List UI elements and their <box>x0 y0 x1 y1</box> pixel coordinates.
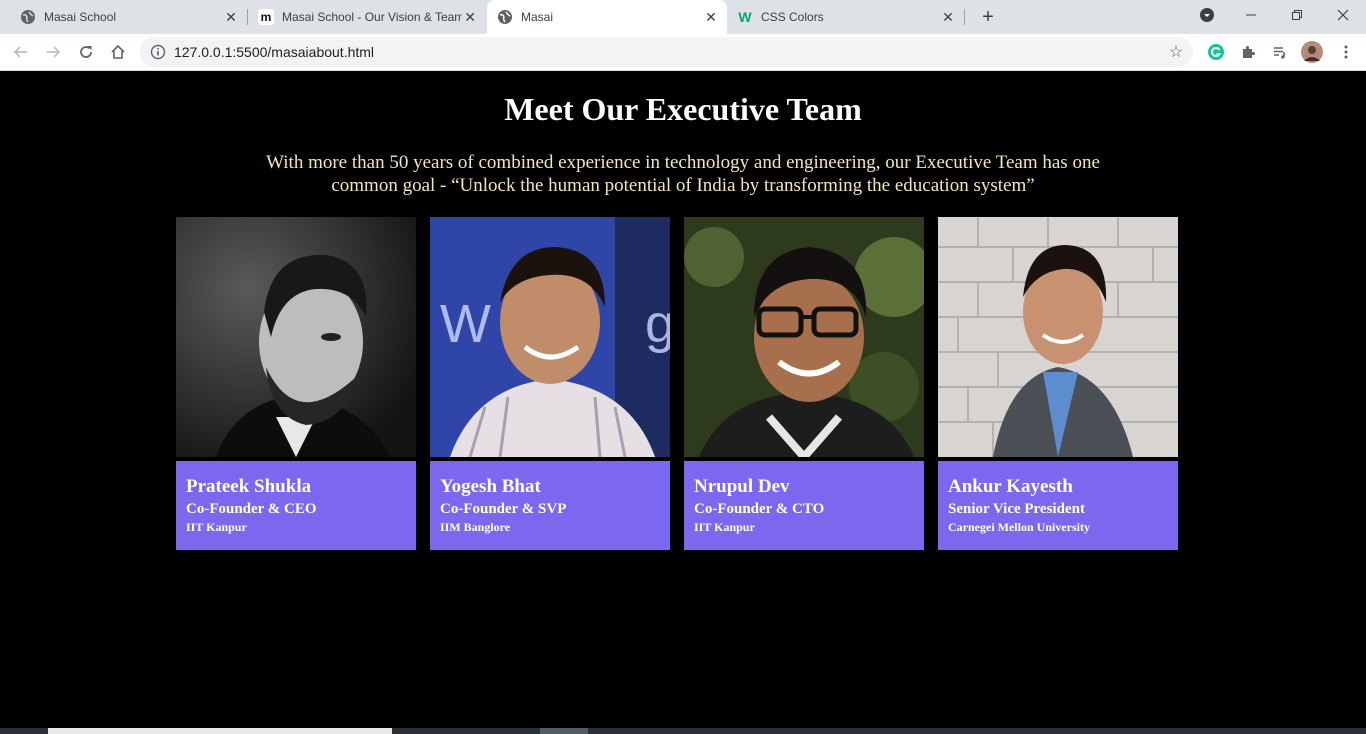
close-tab-icon[interactable]: ✕ <box>940 9 956 25</box>
member-name: Yogesh Bhat <box>440 476 541 497</box>
avatar-icon <box>1301 41 1323 63</box>
address-bar[interactable]: 127.0.0.1:5500/masaiabout.html ☆ <box>140 37 1193 67</box>
close-tab-icon[interactable]: ✕ <box>462 9 478 25</box>
close-window-button[interactable] <box>1320 0 1366 30</box>
tab-title: CSS Colors <box>761 10 824 24</box>
profile-avatar[interactable] <box>1300 40 1324 64</box>
puzzle-icon <box>1243 46 1255 58</box>
os-taskbar <box>0 728 1366 734</box>
minimize-icon <box>1246 14 1256 16</box>
member-education: IIT Kanpur <box>694 520 755 534</box>
masai-m-icon: m <box>258 9 274 25</box>
media-controls-button[interactable] <box>1268 40 1292 64</box>
team-card: Nrupul Dev Co-Founder & CTO IIT Kanpur <box>684 217 924 550</box>
member-role: Co-Founder & CTO <box>694 501 825 517</box>
bookmark-star-icon[interactable]: ☆ <box>1167 43 1185 61</box>
restore-icon <box>1292 10 1302 20</box>
page-title: Meet Our Executive Team <box>504 91 862 127</box>
arrow-left-icon <box>13 46 27 58</box>
tab-masai-vision[interactable]: m Masai School - Our Vision & Team ✕ <box>248 0 486 34</box>
taskbar-search-box[interactable] <box>48 728 392 734</box>
reload-icon <box>80 46 92 58</box>
chevron-down-circle-icon <box>1200 8 1214 22</box>
arrow-right-icon <box>47 46 61 58</box>
tab-masai-school[interactable]: Masai School ✕ <box>0 0 247 34</box>
member-education: Carnegei Mellon University <box>948 520 1090 534</box>
team-caption: Yogesh Bhat Co-Founder & SVP IIM Banglor… <box>430 461 670 550</box>
browser-tab-strip: Masai School ✕ m Masai School - Our Visi… <box>0 0 1366 34</box>
extensions-button[interactable] <box>1236 40 1260 64</box>
team-photo <box>176 217 416 457</box>
browser-toolbar: 127.0.0.1:5500/masaiabout.html ☆ <box>0 34 1366 71</box>
svg-text:m: m <box>261 10 272 24</box>
member-name: Nrupul Dev <box>694 476 790 497</box>
grammarly-icon <box>1208 44 1224 60</box>
svg-text:g: g <box>645 294 670 354</box>
team-photo <box>938 217 1178 457</box>
playlist-icon <box>1274 47 1285 59</box>
close-tab-icon[interactable]: ✕ <box>223 9 239 25</box>
home-button[interactable] <box>106 40 130 64</box>
member-role: Co-Founder & SVP <box>440 501 567 517</box>
member-education: IIM Banglore <box>440 520 511 534</box>
page-subtitle: With more than 50 years of combined expe… <box>266 152 1100 196</box>
member-role: Senior Vice President <box>948 501 1085 517</box>
team-photo: W g <box>430 217 670 457</box>
tab-divider <box>964 9 965 25</box>
tab-title: Masai <box>521 10 554 24</box>
minimize-button[interactable] <box>1228 0 1274 30</box>
tab-search-button[interactable] <box>1184 0 1230 30</box>
tab-title: Masai School - Our Vision & Team <box>282 10 463 24</box>
close-tab-icon[interactable]: ✕ <box>703 9 719 25</box>
globe-icon <box>497 9 513 25</box>
svg-text:W: W <box>440 294 491 354</box>
team-card: Ankur Kayesth Senior Vice President Carn… <box>938 217 1178 550</box>
globe-icon <box>20 9 36 25</box>
member-education: IIT Kanpur <box>186 520 247 534</box>
url-text[interactable]: 127.0.0.1:5500/masaiabout.html <box>174 44 374 60</box>
close-icon <box>1337 9 1349 21</box>
tab-css-colors[interactable]: W CSS Colors ✕ <box>727 0 964 34</box>
member-name: Prateek Shukla <box>186 476 312 497</box>
member-name: Ankur Kayesth <box>948 476 1073 497</box>
taskbar-app[interactable] <box>540 728 588 734</box>
team-caption: Ankur Kayesth Senior Vice President Carn… <box>938 461 1178 550</box>
grammarly-extension[interactable] <box>1204 40 1228 64</box>
home-icon <box>111 44 125 59</box>
info-icon[interactable] <box>150 44 166 60</box>
tab-title: Masai School <box>44 10 117 24</box>
team-card: Prateek Shukla Co-Founder & CEO IIT Kanp… <box>176 217 416 550</box>
forward-button[interactable] <box>41 40 65 64</box>
team-photo <box>684 217 924 457</box>
w3schools-icon: W <box>737 9 753 25</box>
new-tab-button[interactable]: + <box>976 5 1000 29</box>
more-vert-icon <box>1344 45 1348 59</box>
restore-button[interactable] <box>1274 0 1320 30</box>
team-card: W g Yogesh Bhat Co-Founder & SVP IIM Ban… <box>430 217 670 550</box>
back-button[interactable] <box>9 40 33 64</box>
tab-masai-active[interactable]: Masai ✕ <box>487 0 727 34</box>
chrome-menu-button[interactable] <box>1334 40 1358 64</box>
reload-button[interactable] <box>74 40 98 64</box>
team-caption: Nrupul Dev Co-Founder & CTO IIT Kanpur <box>684 461 924 550</box>
member-role: Co-Founder & CEO <box>186 501 317 517</box>
page-content: Meet Our Executive Team With more than 5… <box>0 71 1366 728</box>
team-caption: Prateek Shukla Co-Founder & CEO IIT Kanp… <box>176 461 416 550</box>
svg-text:W: W <box>738 9 752 25</box>
